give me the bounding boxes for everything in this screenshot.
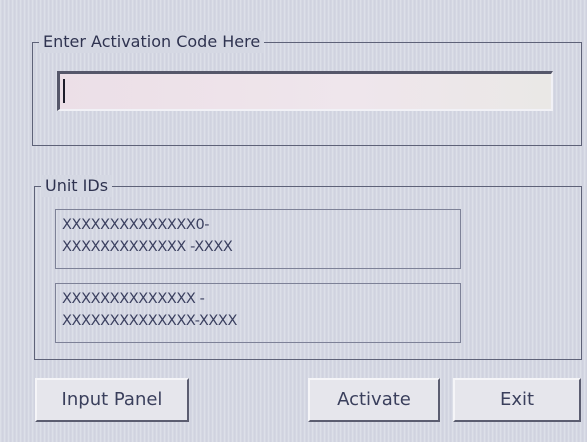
unit-ids-legend: Unit IDs: [41, 175, 113, 197]
unit-id-line: XXXXXXXXXXXXX -XXXX: [62, 239, 233, 255]
unit-id-line: XXXXXXXXXXXXXX-XXXX: [62, 313, 237, 329]
unit-ids-group: Unit IDs XXXXXXXXXXXXXX0- XXXXXXXXXXXXX …: [34, 175, 582, 360]
exit-button[interactable]: Exit: [453, 378, 581, 422]
activation-code-legend: Enter Activation Code Here: [39, 31, 265, 53]
activation-code-group: Enter Activation Code Here: [32, 31, 582, 146]
activation-code-input[interactable]: [57, 71, 553, 111]
unit-id-entry: XXXXXXXXXXXXXX0- XXXXXXXXXXXXX -XXXX: [55, 209, 461, 269]
activate-button[interactable]: Activate: [308, 378, 440, 422]
input-panel-button[interactable]: Input Panel: [35, 378, 189, 422]
text-caret: [63, 79, 65, 103]
unit-id-line: XXXXXXXXXXXXXX0-: [62, 217, 210, 233]
activation-dialog: Enter Activation Code Here Unit IDs XXXX…: [0, 0, 587, 442]
unit-id-entry: XXXXXXXXXXXXXX - XXXXXXXXXXXXXX-XXXX: [55, 283, 461, 343]
unit-id-line: XXXXXXXXXXXXXX -: [62, 291, 205, 307]
